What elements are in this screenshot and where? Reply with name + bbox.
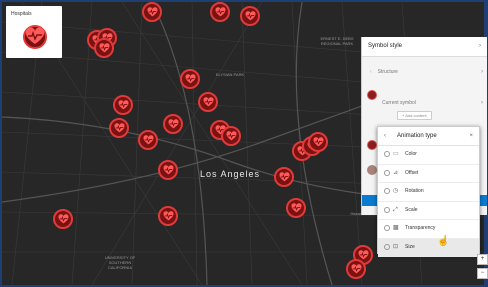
hospital-marker[interactable] [113,95,133,115]
heart-pulse-icon [117,99,129,109]
current-symbol-label: Current symbol [382,100,416,106]
heart-pulse-icon [113,122,125,132]
hospital-marker[interactable] [53,209,73,229]
hospital-marker[interactable] [210,2,230,22]
structure-row[interactable]: ‹ Structure › [362,69,487,75]
heart-pulse-icon [312,136,324,146]
current-symbol-row[interactable]: Current symbol › [362,100,487,106]
option-label: Rotation [405,188,424,194]
hospital-marker[interactable] [308,132,328,152]
popup-title: Animation type [397,133,437,139]
heart-pulse-icon [98,42,110,52]
heart-pulse-icon [162,164,174,174]
option-size[interactable]: ⊡ Size [378,238,479,257]
option-offset[interactable]: ⊿ Offset [378,165,479,183]
hospital-marker[interactable] [274,167,294,187]
label-elysian-park: ELYSIAN PARK [215,72,245,77]
option-color[interactable]: ▭ Color [378,146,479,165]
radio-button[interactable] [384,169,390,176]
hospital-marker[interactable] [240,6,260,26]
heart-pulse-icon [162,210,174,220]
legend-title: Hospitals [11,11,32,17]
chevron-right-icon: › [481,100,483,106]
panel-title: Symbol style [368,43,403,49]
radio-button[interactable] [384,243,390,250]
option-label: Offset [405,169,419,176]
heart-pulse-icon [146,6,158,16]
radio-button[interactable] [384,151,390,157]
close-icon[interactable]: × [469,127,473,145]
legend-card: Hospitals [6,6,62,58]
size-icon: ⊡ [393,243,399,250]
radio-button[interactable] [384,188,390,194]
option-label: Size [405,243,415,250]
chevron-right-icon: › [481,69,483,75]
animation-type-popup: ‹ Animation type × ▭ Color ⊿ Offset ◷ Rotation ⤢… [377,126,480,257]
hospital-marker[interactable] [109,118,129,138]
hospital-marker[interactable] [180,69,200,89]
radio-button[interactable] [384,206,390,213]
heart-pulse-icon [167,118,179,128]
symbol-thumbnail [367,165,377,175]
back-icon: ‹ [370,69,372,75]
option-transparency[interactable]: ▩ Transparency [378,220,479,239]
heart-pulse-icon [278,171,290,181]
hospital-marker[interactable] [142,2,162,22]
label-debs-park: ERNEST E. DEBS REGIONAL PARK [320,36,354,46]
transparency-icon: ▩ [393,225,399,231]
heart-pulse-icon [244,10,256,20]
rotation-icon: ◷ [393,188,399,194]
option-label: Scale [405,206,418,213]
option-scale[interactable]: ⤢ Scale [378,202,479,220]
symbol-swatch [367,140,377,150]
add-content-button[interactable]: + Add content [397,111,432,120]
hospital-marker[interactable] [94,38,114,58]
option-label: Color [405,151,417,157]
hand-cursor-icon: ☝ [437,236,450,247]
radio-button[interactable] [384,225,390,231]
option-rotation[interactable]: ◷ Rotation [378,183,479,202]
hospital-marker[interactable] [158,160,178,180]
hospital-marker[interactable] [286,198,306,218]
zoom-in-button[interactable]: + [477,254,488,265]
heart-pulse-icon [350,263,362,273]
back-icon[interactable]: ‹ [384,127,386,145]
zoom-out-button[interactable]: − [477,268,488,279]
offset-icon: ⊿ [393,169,399,176]
hospital-marker[interactable] [138,130,158,150]
hospital-marker[interactable] [163,114,183,134]
heart-pulse-icon [142,134,154,144]
structure-label: Structure [377,69,398,75]
option-label: Transparency [405,225,436,231]
hospital-marker[interactable] [346,259,366,279]
heart-pulse-icon [290,202,302,212]
label-usc: UNIVERSITY OF SOUTHERN CALIFORNIA [104,255,136,270]
hospital-marker[interactable] [198,92,218,112]
panel-close-icon[interactable]: › [479,37,481,56]
current-symbol-swatch [367,90,377,100]
hospital-marker[interactable] [158,206,178,226]
city-label: Los Angeles [200,169,261,179]
heart-pulse-icon [202,96,214,106]
heart-pulse-icon [184,73,196,83]
scale-icon: ⤢ [393,206,398,213]
hospital-marker[interactable] [221,126,241,146]
heart-pulse-icon [225,130,237,140]
heart-pulse-icon [214,6,226,16]
heart-pulse-icon [57,213,69,223]
color-icon: ▭ [393,151,399,157]
heart-pulse-icon [23,25,47,49]
